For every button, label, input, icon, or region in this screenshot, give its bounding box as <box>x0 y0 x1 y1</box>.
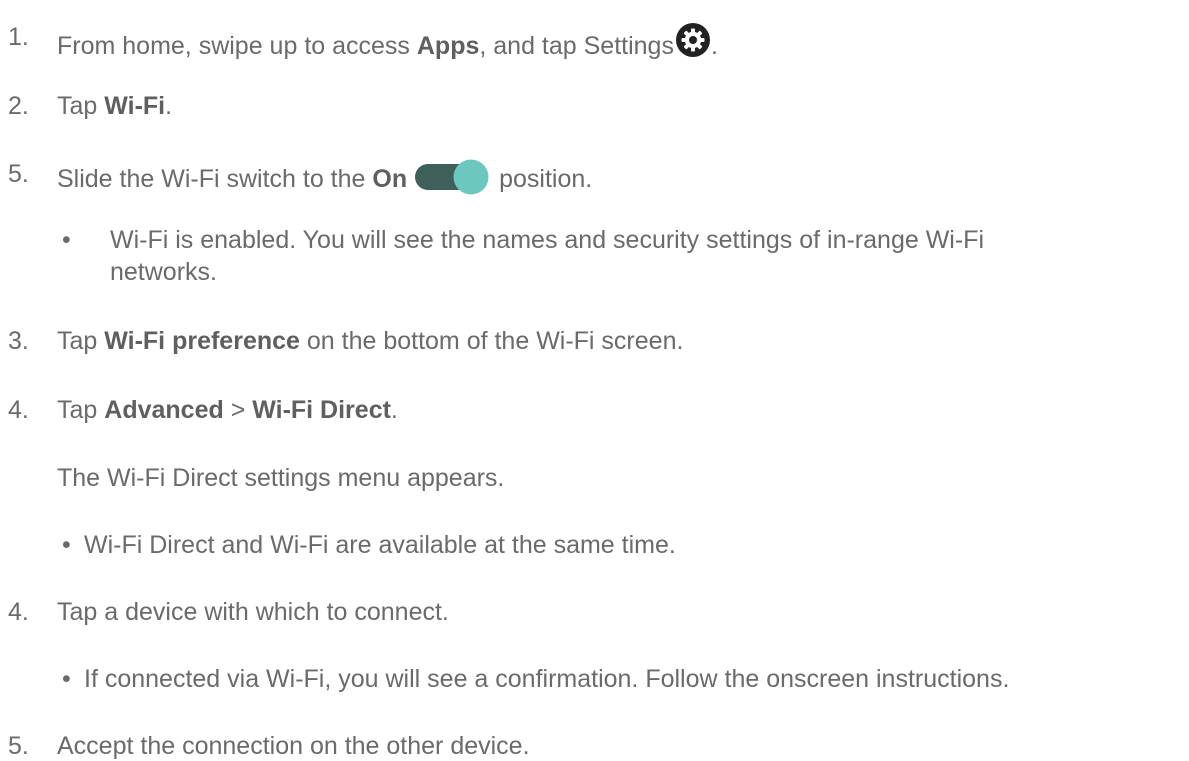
bullet-point: • <box>62 531 71 559</box>
bullet-point: • <box>62 665 71 693</box>
bullet-point: • <box>62 226 71 254</box>
wifi-label: Wi-Fi <box>104 92 166 120</box>
bullet-text: If connected via Wi-Fi, you will see a c… <box>84 665 1010 693</box>
step-text: Tap Advanced > Wi-Fi Direct. <box>57 396 398 424</box>
step-number: 5. <box>8 732 29 760</box>
step-number: 2. <box>8 92 29 120</box>
bullet-text: Wi-Fi is enabled. You will see the names… <box>110 226 984 254</box>
toggle-switch-icon <box>411 159 493 195</box>
step-number: 4. <box>8 396 29 424</box>
step-number: 1. <box>8 23 29 51</box>
advanced-label: Advanced <box>104 396 224 424</box>
wifi-preference-label: Wi-Fi preference <box>104 327 300 355</box>
wifi-direct-label: Wi-Fi Direct <box>252 396 391 424</box>
bullet-text: Wi-Fi Direct and Wi-Fi are available at … <box>84 531 676 559</box>
step-text: Accept the connection on the other devic… <box>57 732 530 760</box>
step-text: From home, swipe up to access Apps, and … <box>57 22 718 61</box>
step-text: Tap Wi-Fi preference on the bottom of th… <box>57 327 684 355</box>
step-number: 5. <box>8 160 29 188</box>
step-text: Slide the Wi-Fi switch to the On position… <box>57 159 592 195</box>
note-text: The Wi-Fi Direct settings menu appears. <box>57 464 505 492</box>
step-text: Tap Wi-Fi. <box>57 92 173 120</box>
step-text: Tap a device with which to connect. <box>57 598 449 626</box>
gear-icon <box>675 22 711 58</box>
bullet-text: networks. <box>110 258 217 286</box>
on-label: On <box>372 165 408 193</box>
step-number: 4. <box>8 598 29 626</box>
step-number: 3. <box>8 327 29 355</box>
apps-label: Apps <box>416 32 480 60</box>
